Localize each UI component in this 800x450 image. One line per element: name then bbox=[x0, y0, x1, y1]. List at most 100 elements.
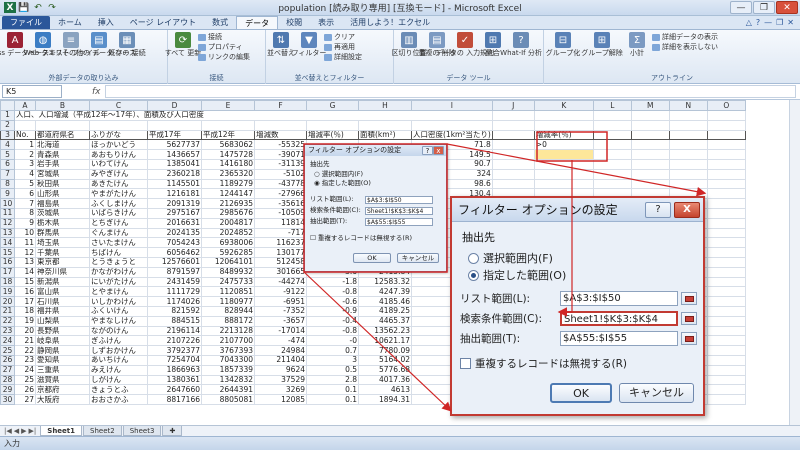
cell[interactable] bbox=[592, 119, 632, 131]
sheet-tab-sheet3[interactable]: Sheet3 bbox=[122, 426, 162, 436]
cell[interactable]: -10509 bbox=[254, 207, 307, 219]
cell[interactable] bbox=[668, 139, 708, 151]
cell[interactable] bbox=[668, 110, 708, 121]
cancel-button[interactable]: キャンセル bbox=[397, 253, 439, 263]
cell[interactable]: 2196114 bbox=[147, 325, 202, 337]
cell[interactable]: 2.8 bbox=[306, 374, 359, 386]
cell[interactable]: いわてけん bbox=[89, 158, 148, 170]
cell[interactable]: 3 bbox=[14, 158, 36, 170]
cell[interactable]: 茨城県 bbox=[35, 207, 90, 219]
cell[interactable]: やまなしけん bbox=[89, 315, 148, 327]
prev-sheet-icon[interactable]: ◀ bbox=[14, 427, 19, 435]
cell[interactable]: ぐんまけん bbox=[89, 227, 148, 239]
cell[interactable]: 7 bbox=[14, 198, 36, 209]
cell[interactable] bbox=[706, 286, 746, 298]
subtotal-button[interactable]: Σ 小計 bbox=[624, 32, 650, 57]
cancel-button[interactable]: キャンセル bbox=[619, 383, 694, 403]
what-if-button[interactable]: ? What-If 分析 bbox=[500, 32, 542, 57]
cell[interactable]: おおさかふ bbox=[89, 394, 148, 405]
row-header[interactable]: 24 bbox=[0, 335, 15, 347]
cell[interactable]: 宮城県 bbox=[35, 168, 90, 180]
cell[interactable] bbox=[592, 149, 632, 160]
cell[interactable]: 5776.68 bbox=[358, 364, 412, 376]
cell[interactable]: 4189.25 bbox=[358, 305, 412, 317]
cell[interactable]: 1342832 bbox=[201, 374, 255, 386]
cell[interactable]: 18 bbox=[14, 305, 36, 317]
cell[interactable] bbox=[89, 119, 148, 131]
row-header[interactable]: 20 bbox=[0, 296, 15, 307]
sheet-title-cell[interactable]: 人口、人口増減（平成12年～17年）、面積及び人口密度 bbox=[14, 110, 493, 121]
cell[interactable]: 4185.46 bbox=[358, 296, 412, 307]
cell[interactable] bbox=[411, 119, 493, 131]
row-header[interactable]: 18 bbox=[0, 276, 15, 288]
cell[interactable] bbox=[254, 119, 307, 131]
cell[interactable]: いしかわけん bbox=[89, 296, 148, 307]
cell[interactable] bbox=[592, 139, 632, 151]
cell[interactable] bbox=[630, 168, 670, 180]
range-picker-icon[interactable] bbox=[681, 332, 697, 345]
excel-app-icon[interactable]: X bbox=[4, 2, 16, 13]
tab-page-layout[interactable]: ページ レイアウト bbox=[122, 16, 204, 29]
cell[interactable]: 2107700 bbox=[201, 335, 255, 347]
cell[interactable]: 0.7 bbox=[306, 345, 359, 356]
cell[interactable]: 116237 bbox=[254, 237, 307, 249]
cell[interactable] bbox=[706, 139, 746, 151]
radio-circle[interactable] bbox=[468, 252, 479, 264]
criteria-header-cell[interactable]: 増減率(％) bbox=[533, 129, 594, 141]
cell[interactable]: 3 bbox=[306, 354, 359, 366]
cell[interactable]: 6056462 bbox=[147, 247, 202, 258]
cell[interactable]: 2647660 bbox=[147, 384, 202, 396]
filter-button[interactable]: ▼ フィルター bbox=[292, 32, 326, 57]
close-button[interactable]: X bbox=[674, 201, 700, 218]
cell[interactable]: 17 bbox=[14, 296, 36, 307]
cell[interactable]: 3269 bbox=[254, 384, 307, 396]
cell[interactable]: -0.9 bbox=[306, 305, 359, 317]
row-header[interactable]: 16 bbox=[0, 256, 15, 268]
cell[interactable]: にいがたけん bbox=[89, 276, 148, 288]
name-box[interactable]: K5 bbox=[2, 85, 62, 98]
unique-records-checkbox[interactable]: ☐ 重複するレコードは無視する(R) bbox=[310, 234, 412, 243]
list-range-input[interactable]: $A$3:$I$50 bbox=[365, 196, 433, 204]
cell[interactable]: 北海道 bbox=[35, 139, 90, 151]
cell[interactable]: 1189279 bbox=[201, 178, 255, 190]
ribbon-minimize-icon[interactable]: △ bbox=[746, 18, 752, 27]
undo-icon[interactable]: ↶ bbox=[32, 2, 44, 13]
tab-formulas[interactable]: 数式 bbox=[204, 16, 236, 29]
cell[interactable]: 2365320 bbox=[201, 168, 255, 180]
save-icon[interactable]: 💾 bbox=[18, 2, 30, 13]
cell[interactable]: 6938006 bbox=[201, 237, 255, 249]
selected-cell-k5[interactable] bbox=[533, 149, 594, 160]
cell[interactable]: 5627737 bbox=[147, 139, 202, 151]
cell[interactable] bbox=[668, 168, 708, 180]
cell[interactable]: -0.4 bbox=[306, 315, 359, 327]
cell[interactable]: 1180977 bbox=[201, 296, 255, 307]
cell[interactable] bbox=[491, 158, 535, 170]
cell[interactable] bbox=[491, 129, 535, 141]
cell[interactable]: 1475728 bbox=[201, 149, 255, 160]
cell[interactable]: -43778 bbox=[254, 178, 307, 190]
cell[interactable]: -39071 bbox=[254, 149, 307, 160]
cell[interactable]: 25 bbox=[14, 374, 36, 386]
cell[interactable] bbox=[706, 188, 746, 200]
cell[interactable]: 福島県 bbox=[35, 198, 90, 209]
cell[interactable]: 1385041 bbox=[147, 158, 202, 170]
existing-connections-button[interactable]: ▦ 既存の 接続 bbox=[108, 32, 146, 57]
cell[interactable]: 13 bbox=[14, 256, 36, 268]
cell[interactable]: 11814 bbox=[254, 217, 307, 229]
dialog-titlebar[interactable]: フィルター オプションの設定 ? x bbox=[305, 145, 446, 156]
cell[interactable]: ぎふけん bbox=[89, 335, 148, 347]
cell[interactable] bbox=[533, 168, 594, 180]
column-header[interactable]: I bbox=[411, 100, 493, 111]
cell[interactable]: 千葉県 bbox=[35, 247, 90, 258]
row-header[interactable]: 17 bbox=[0, 266, 15, 278]
tab-data[interactable]: データ bbox=[236, 16, 279, 29]
cell[interactable]: さいたまけん bbox=[89, 237, 148, 249]
insert-sheet-icon[interactable]: ✚ bbox=[162, 426, 183, 436]
cell[interactable]: 4017.36 bbox=[358, 374, 412, 386]
radio-in-place[interactable]: 選択範囲内(F) bbox=[468, 250, 553, 266]
cell[interactable]: 1174026 bbox=[147, 296, 202, 307]
row-header[interactable]: 30 bbox=[0, 394, 15, 405]
cell[interactable]: -35616 bbox=[254, 198, 307, 209]
workbook-restore-icon[interactable]: ❐ bbox=[776, 18, 783, 27]
cell[interactable] bbox=[706, 129, 746, 141]
